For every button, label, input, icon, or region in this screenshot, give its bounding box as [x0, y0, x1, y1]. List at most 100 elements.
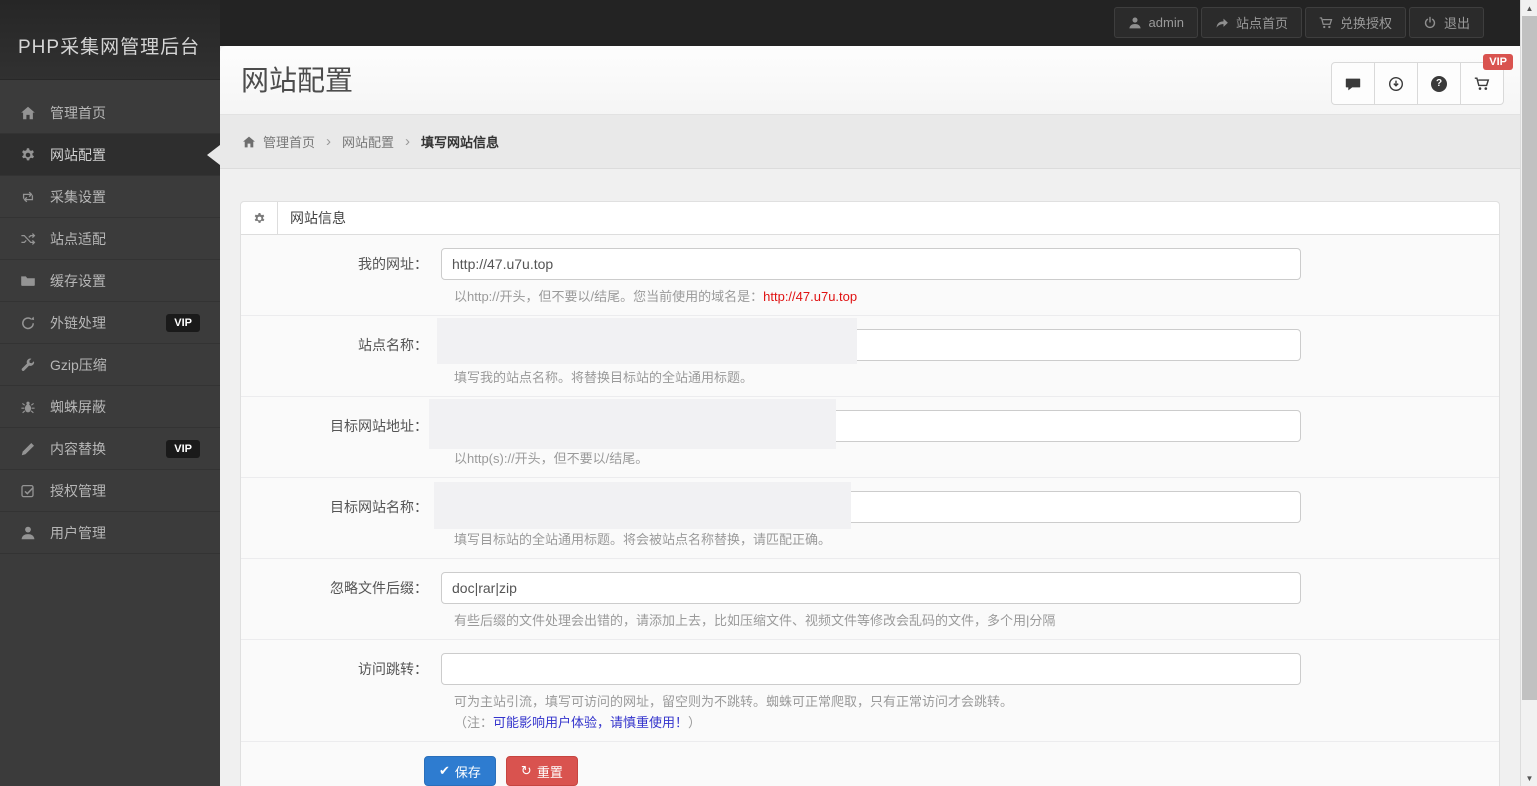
sidebar-item-label: 用户管理	[50, 524, 106, 541]
sidebar-item-label: 授权管理	[50, 482, 106, 499]
panel-header: 网站信息	[241, 202, 1499, 235]
download-circle-icon	[1388, 76, 1404, 92]
redaction-overlay	[434, 482, 851, 529]
home-icon	[20, 105, 36, 121]
field-help: 有些后缀的文件处理会出错的，请添加上去，比如压缩文件、视频文件等修改会乱码的文件…	[454, 613, 1056, 628]
main-area: 网站信息 我的网址： 以http://开头，但不要以/结尾。您当前使用的域名是：…	[220, 170, 1520, 786]
reset-button[interactable]: ↻ 重置	[505, 756, 578, 786]
field-label: 目标网站地址：	[330, 418, 428, 434]
sidebar-item-content-replace[interactable]: 内容替换 VIP	[0, 428, 220, 470]
topbar-button-label: 站点首页	[1235, 16, 1288, 31]
gear-icon	[20, 147, 36, 163]
cart-icon	[1319, 16, 1333, 30]
field-label: 忽略文件后缀：	[330, 580, 428, 596]
chevron-right-icon: ›	[326, 133, 332, 150]
scrollbar: ▲ ▼	[1520, 0, 1537, 786]
sidebar-menu: 管理首页 网站配置 采集设置 站点适配 缓存设置 外链处理 VIP Gzip压缩…	[0, 80, 220, 554]
my-url-input[interactable]	[441, 248, 1301, 280]
sidebar-item-label: 管理首页	[50, 104, 106, 121]
sidebar-item-gzip[interactable]: Gzip压缩	[0, 344, 220, 386]
sidebar-item-cache-settings[interactable]: 缓存设置	[0, 260, 220, 302]
ignore-ext-input[interactable]	[441, 572, 1301, 604]
sidebar-item-label: 缓存设置	[50, 272, 106, 289]
breadcrumb-label: 填写网站信息	[421, 135, 500, 150]
refresh-icon	[20, 315, 36, 331]
note-warning-text: 可能影响用户体验，请慎重使用！	[493, 715, 689, 730]
page-title: 网站配置	[241, 65, 354, 96]
check-icon: ✔	[439, 763, 450, 778]
chevron-right-icon: ›	[405, 133, 411, 150]
sidebar-item-label: 站点适配	[50, 230, 106, 247]
form-row-my-url: 我的网址： 以http://开头，但不要以/结尾。您当前使用的域名是：http:…	[241, 235, 1499, 315]
field-note: （注：可能影响用户体验，请慎重使用！）	[454, 714, 1499, 731]
app-window: admin 站点首页 兑换授权 退出 PHP采集网管理后台 管理首页 网站配置 …	[0, 0, 1537, 786]
redirect-input[interactable]	[441, 653, 1301, 685]
panel-title: 网站信息	[290, 210, 346, 226]
topbar-button-label: admin	[1148, 15, 1184, 30]
field-help: 填写我的站点名称。将替换目标站的全站通用标题。	[454, 370, 754, 385]
comment-button[interactable]	[1331, 62, 1375, 105]
sidebar-item-auth-manage[interactable]: 授权管理	[0, 470, 220, 512]
toolbar: VIP ?	[1331, 54, 1513, 105]
logout-button[interactable]: 退出	[1408, 7, 1484, 38]
sidebar: PHP采集网管理后台 管理首页 网站配置 采集设置 站点适配 缓存设置 外链处理…	[0, 0, 220, 786]
note-suffix: ）	[688, 715, 702, 730]
site-home-button[interactable]: 站点首页	[1200, 7, 1302, 38]
sidebar-item-external-links[interactable]: 外链处理 VIP	[0, 302, 220, 344]
field-label: 站点名称：	[358, 337, 428, 353]
form-actions: ✔ 保存 ↻ 重置	[241, 741, 1499, 786]
home-icon	[242, 135, 256, 149]
check-square-icon	[20, 483, 36, 499]
sidebar-item-label: 蜘蛛屏蔽	[50, 398, 106, 415]
vip-badge: VIP	[166, 313, 200, 332]
user-menu-button[interactable]: admin	[1113, 7, 1198, 38]
reset-icon: ↻	[520, 763, 532, 778]
field-label: 访问跳转：	[358, 661, 428, 677]
share-arrow-icon	[1215, 16, 1229, 30]
sidebar-item-spider-block[interactable]: 蜘蛛屏蔽	[0, 386, 220, 428]
topbar: admin 站点首页 兑换授权 退出	[0, 0, 1537, 46]
pencil-icon	[20, 441, 36, 457]
exchange-license-button[interactable]: 兑换授权	[1304, 7, 1406, 38]
current-domain-text: http://47.u7u.top	[763, 289, 858, 304]
cart-icon	[1474, 76, 1490, 92]
save-button[interactable]: ✔ 保存	[424, 756, 496, 786]
comment-icon	[1345, 76, 1361, 92]
sidebar-item-site-config[interactable]: 网站配置	[0, 134, 220, 176]
form-row-redirect: 访问跳转： 可为主站引流，填写可访问的网址，留空则为不跳转。蜘蛛可正常爬取，只有…	[241, 639, 1499, 741]
download-button[interactable]	[1374, 62, 1418, 105]
scrollbar-thumb[interactable]	[1522, 16, 1537, 700]
help-button[interactable]: ?	[1417, 62, 1461, 105]
help-text: 以http://开头，但不要以/结尾。您当前使用的域名是：	[454, 289, 764, 304]
field-help: 填写目标站的全站通用标题。将会被站点名称替换，请匹配正确。	[454, 532, 832, 547]
shuffle-icon	[20, 231, 36, 247]
redaction-overlay	[437, 318, 857, 364]
gear-icon	[241, 202, 278, 234]
spider-icon	[20, 399, 36, 415]
sidebar-item-collect-settings[interactable]: 采集设置	[0, 176, 220, 218]
scroll-up-button[interactable]: ▲	[1521, 0, 1537, 16]
redaction-overlay	[429, 399, 836, 449]
topbar-button-label: 兑换授权	[1339, 16, 1392, 31]
note-prefix: （注：	[454, 715, 494, 730]
breadcrumb-item-home[interactable]: 管理首页	[242, 132, 315, 151]
power-icon	[1423, 16, 1437, 30]
scroll-down-button[interactable]: ▼	[1521, 770, 1537, 786]
sidebar-item-label: Gzip压缩	[50, 356, 107, 373]
field-label: 我的网址：	[358, 256, 428, 272]
field-help: 以http(s)://开头，但不要以/结尾。	[454, 451, 649, 466]
breadcrumb-item-site-config[interactable]: 网站配置	[342, 132, 394, 151]
field-help: 以http://开头，但不要以/结尾。您当前使用的域名是：http://47.u…	[454, 288, 1499, 305]
field-help: 可为主站引流，填写可访问的网址，留空则为不跳转。蜘蛛可正常爬取，只有正常访问才会…	[454, 694, 1014, 709]
reset-button-label: 重置	[536, 764, 563, 780]
sidebar-item-admin-home[interactable]: 管理首页	[0, 92, 220, 134]
form-row-site-name: 站点名称： 填写我的站点名称。将替换目标站的全站通用标题。	[241, 315, 1499, 396]
form-row-ignore-ext: 忽略文件后缀： 有些后缀的文件处理会出错的，请添加上去，比如压缩文件、视频文件等…	[241, 558, 1499, 639]
field-label: 目标网站名称：	[330, 499, 428, 515]
sidebar-item-user-manage[interactable]: 用户管理	[0, 512, 220, 554]
sidebar-item-site-adapt[interactable]: 站点适配	[0, 218, 220, 260]
topbar-button-label: 退出	[1443, 16, 1470, 31]
user-icon	[1128, 16, 1142, 30]
site-config-form: 我的网址： 以http://开头，但不要以/结尾。您当前使用的域名是：http:…	[241, 235, 1499, 786]
sidebar-item-label: 内容替换	[50, 440, 106, 457]
